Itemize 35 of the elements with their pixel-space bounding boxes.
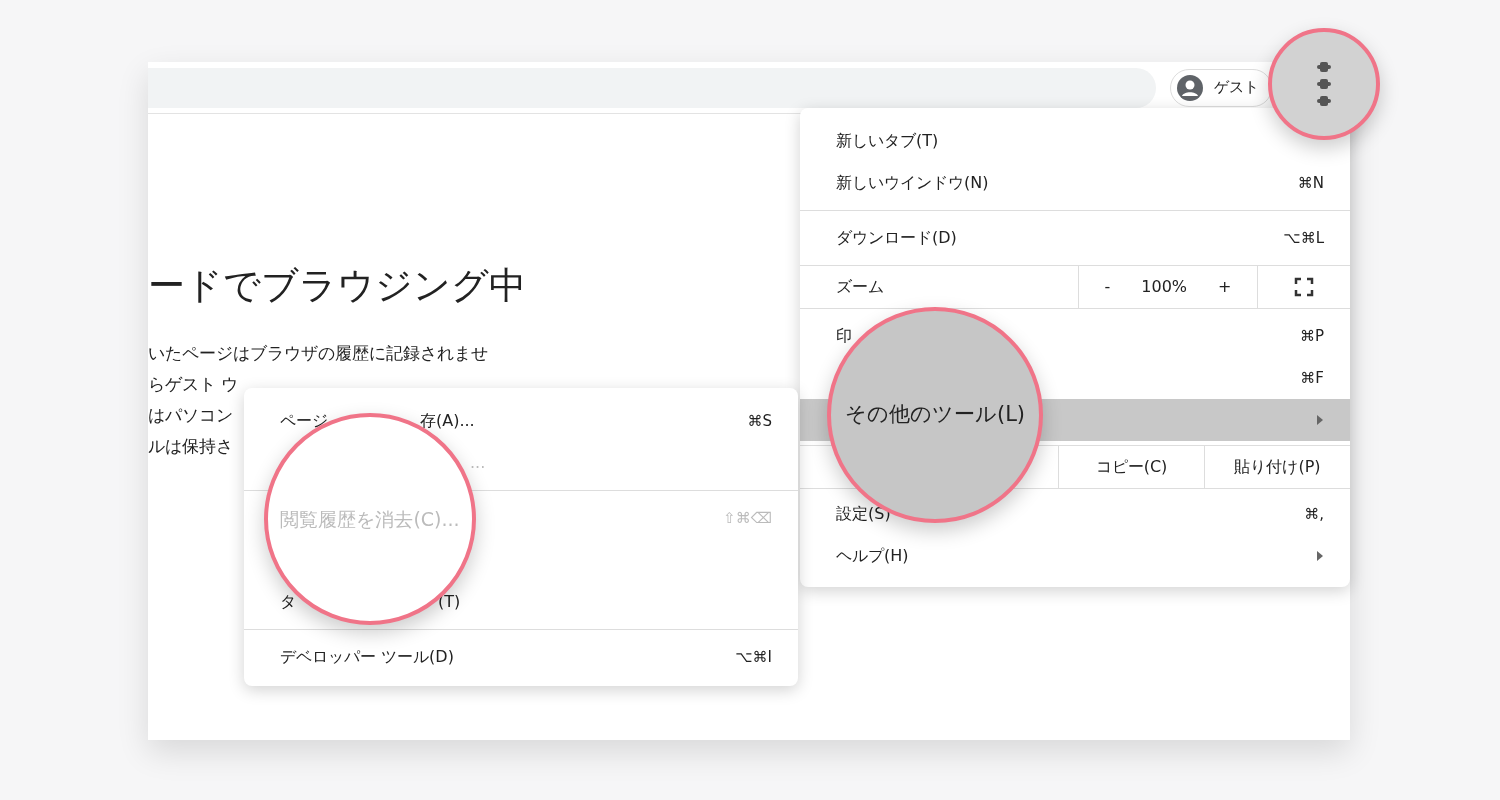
zoom-label: ズーム	[835, 276, 885, 298]
menu-item-label[interactable]: タ	[280, 591, 296, 613]
paragraph-line: ルは保持さ	[148, 435, 233, 459]
page-heading: ードでブラウジング中	[148, 264, 526, 309]
shortcut-label: ⌘N	[1297, 172, 1324, 194]
shortcut-label: ⌥⌘I	[735, 646, 772, 668]
more-menu-icon[interactable]	[1317, 62, 1331, 106]
menu-item-label[interactable]: ヘルプ(H)	[836, 545, 909, 567]
menu-item-label[interactable]: ダウンロード(D)	[836, 227, 957, 249]
shortcut-label: ⌥⌘L	[1283, 227, 1324, 249]
paragraph-line: いたページはブラウザの履歴に記録されませ	[148, 342, 488, 366]
shortcut-label: ⌘S	[747, 410, 772, 432]
shortcut-label: ⌘P	[1299, 325, 1324, 347]
paragraph-line: はパソコン	[148, 404, 233, 428]
shortcut-label: ⌘,	[1304, 503, 1324, 525]
avatar-icon	[1176, 73, 1204, 102]
zoom-in-button[interactable]: +	[1218, 275, 1232, 299]
edit-button[interactable]: コピー(C)	[1058, 446, 1204, 488]
shortcut-label: ⇧⌘⌫	[723, 507, 772, 529]
zoom-out-button[interactable]: -	[1104, 275, 1111, 299]
edit-button[interactable]: 貼り付け(P)	[1204, 446, 1350, 488]
menu-item-label[interactable]: 印	[836, 325, 852, 347]
menu-item-label[interactable]: (T)	[438, 591, 461, 613]
menu-item-label[interactable]: 新しいタブ(T)	[836, 130, 939, 152]
shortcut-label: ⌘F	[1300, 367, 1324, 389]
menu-item-label[interactable]: デベロッパー ツール(D)	[280, 646, 454, 668]
address-field[interactable]	[148, 67, 1156, 108]
fullscreen-icon[interactable]	[1294, 277, 1314, 297]
zoom-value: 100%	[1141, 276, 1188, 298]
menu-item-label[interactable]: ページ	[280, 410, 328, 432]
menu-item-label[interactable]: 新しいウインドウ(N)	[836, 172, 989, 194]
magnified-menu-label: その他のツール(L)	[844, 401, 1026, 429]
magnified-menu-label: 閲覧履歴を消去(C)...	[280, 506, 460, 532]
paragraph-line: らゲスト ウ	[148, 373, 239, 397]
menu-item-label[interactable]: 存(A)...	[420, 410, 475, 432]
